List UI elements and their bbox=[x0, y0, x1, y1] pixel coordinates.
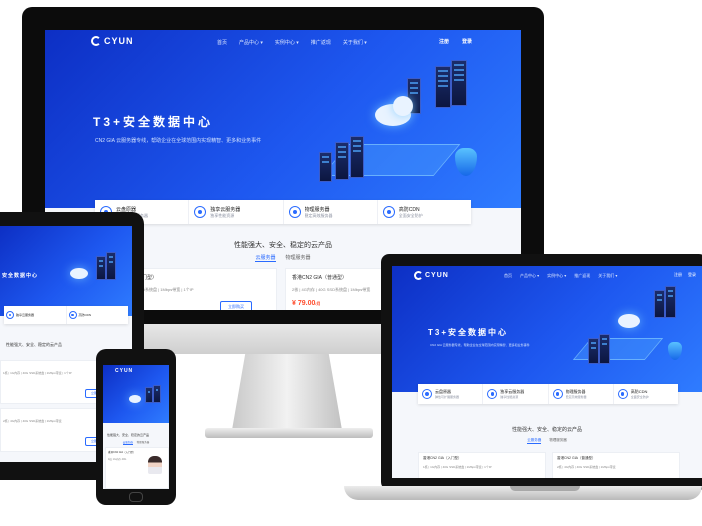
tab-physical-server[interactable]: 物理服务器 bbox=[137, 440, 150, 445]
phone-screen: CYUN 性能强大、安全、稳定的云产品 云服务器 物理服务器 香港CN2 GIA… bbox=[103, 365, 169, 489]
laptop-product-card: 香港CN2 GIA（入门型） 1核 | 1G内存 | 40G SSD系统盘 | … bbox=[418, 452, 546, 478]
nav-about[interactable]: 关于我们 ▾ bbox=[598, 273, 617, 279]
nav-promotion[interactable]: 推广返现 bbox=[574, 273, 590, 279]
cdn-icon bbox=[382, 206, 395, 218]
register-link[interactable]: 登录 bbox=[462, 38, 472, 45]
tab-cloud-server[interactable]: 云服务器 bbox=[255, 254, 276, 262]
logo-icon bbox=[414, 271, 423, 280]
monitor-stand-neck bbox=[232, 354, 342, 430]
product-spec: 1核 1G内存 40G bbox=[108, 458, 127, 461]
globe-icon bbox=[552, 389, 563, 399]
feature-desc: 弹性可扩展服务器 bbox=[435, 395, 460, 399]
feature-desc: 稳定高效服务器 bbox=[304, 212, 333, 218]
laptop-feature-bar: 云盘原器 弹性可扩展服务器 独享云服务器 独享性能资源 物理服务器 稳定高效服务器 高… bbox=[418, 384, 678, 404]
laptop-nav: 首页 产品中心 ▾ 实例中心 ▾ 推广返现 关于我们 ▾ bbox=[504, 273, 617, 279]
laptop-hero: CYUN 首页 产品中心 ▾ 实例中心 ▾ 推广返现 关于我们 ▾ 注册 登录 … bbox=[392, 266, 702, 392]
logo-text: CYUN bbox=[104, 36, 134, 46]
phone-home-button bbox=[129, 492, 143, 502]
product-price: ¥ 79.00/月 bbox=[292, 300, 321, 307]
monitor-icon bbox=[194, 206, 207, 218]
logo-text: CYUN bbox=[425, 272, 449, 279]
product-name: 香港CN2 GIA（普通型） bbox=[292, 275, 348, 281]
feature-title: 物理服务器 bbox=[304, 206, 330, 213]
feature-cdn[interactable]: 高防CDN 全面安全防护 bbox=[378, 200, 471, 224]
logo-icon bbox=[91, 36, 101, 46]
phone-logo[interactable]: CYUN bbox=[115, 368, 133, 374]
phone-hero: CYUN bbox=[103, 365, 169, 423]
phone-product-card: 香港CN2 GIA（入门型） 1核 1G内存 40G bbox=[105, 447, 169, 489]
monitor-icon bbox=[487, 389, 498, 399]
product-name: 香港CN2 GIA（普通型） bbox=[557, 456, 596, 460]
laptop-product-tabs: 云服务器 物理服务器 bbox=[392, 438, 702, 444]
product-spec: 2核 | 4G内存 | 40G SSD系统盘 | 1Mbps带宽 bbox=[557, 465, 616, 469]
feature-desc: 独享性能资源 bbox=[210, 212, 235, 218]
hero-subtitle: CN2 GIA 云服务器专线，帮助企业在全球范围内实现精智、更多和业务事件 bbox=[95, 138, 262, 144]
logo-text: CYUN bbox=[115, 368, 134, 374]
nav-about[interactable]: 关于我们 ▾ bbox=[343, 39, 367, 46]
feature-dedicated-cloud[interactable]: 独享云服务器 独享性能资源 bbox=[189, 200, 284, 224]
login-link[interactable]: 注册 bbox=[439, 38, 449, 45]
feature-title: 高防CDN bbox=[398, 206, 420, 213]
globe-icon bbox=[288, 206, 301, 218]
nav-products[interactable]: 产品中心 ▾ bbox=[239, 39, 263, 46]
feature-bar: 云盘原器弹性可扩展服务器 独享云服务器独享性能资源 物理服务器稳定高效服务器 高… bbox=[95, 200, 471, 224]
product-name: 香港CN2 GIA（入门型） bbox=[423, 456, 462, 460]
feature-physical-server[interactable]: 物理服务器 稳定高效服务器 bbox=[284, 200, 378, 224]
tablet-feature-bar: 独享云服务器 高防CDN bbox=[4, 306, 128, 324]
nav-home[interactable]: 首页 bbox=[217, 39, 227, 46]
cloud-server-icon bbox=[422, 389, 432, 399]
nav-instances[interactable]: 实例中心 ▾ bbox=[547, 273, 566, 279]
nav-promotion[interactable]: 推广返现 bbox=[311, 39, 331, 46]
feature-title: 高防CDN bbox=[78, 313, 92, 317]
laptop-hero-subtitle: CN2 GIA 云服务器专线，帮助企业在全球范围内实现精智、更多和业务事件 bbox=[430, 343, 530, 347]
register-link[interactable]: 登录 bbox=[688, 272, 696, 278]
tablet-hero-title: 安全数据中心 bbox=[2, 273, 39, 279]
desktop-nav: 首页 产品中心 ▾ 实例中心 ▾ 推广返现 关于我们 ▾ bbox=[217, 39, 367, 46]
site-logo[interactable]: CYUN bbox=[91, 36, 134, 46]
feature-title: 独享云服务器 bbox=[16, 313, 35, 317]
phone-section-title: 性能强大、安全、稳定的云产品 bbox=[107, 433, 150, 437]
feature-desc: 独享性能资源 bbox=[500, 395, 519, 399]
laptop-logo[interactable]: CYUN bbox=[414, 271, 449, 280]
tab-cloud-server[interactable]: 云服务器 bbox=[122, 440, 133, 445]
nav-home[interactable]: 首页 bbox=[504, 273, 512, 279]
hero-title: T3+安全数据中心 bbox=[93, 115, 214, 129]
shield-icon bbox=[455, 148, 477, 176]
tab-cloud-server[interactable]: 云服务器 bbox=[527, 438, 542, 444]
support-avatar[interactable] bbox=[148, 456, 162, 474]
nav-products[interactable]: 产品中心 ▾ bbox=[520, 273, 539, 279]
laptop-notch bbox=[510, 486, 580, 491]
feature-desc: 稳定高效服务器 bbox=[565, 395, 587, 399]
product-name: 香港CN2 GIA（入门型） bbox=[108, 451, 136, 454]
laptop-section-title: 性能强大、安全、稳定的云产品 bbox=[511, 427, 582, 433]
tab-physical-server[interactable]: 物理服务器 bbox=[286, 254, 311, 262]
datacenter-illustration bbox=[295, 52, 505, 202]
feature-desc: 全面安全防护 bbox=[630, 395, 649, 399]
tablet-hero: 安全数据中心 bbox=[0, 226, 132, 316]
tablet-section-title: 性能强大、安全、稳定的云产品 bbox=[6, 342, 62, 347]
tab-physical-server[interactable]: 物理服务器 bbox=[549, 438, 567, 444]
buy-button[interactable]: 立即购买 bbox=[220, 301, 252, 310]
laptop-screen: CYUN 首页 产品中心 ▾ 实例中心 ▾ 推广返现 关于我们 ▾ 注册 登录 … bbox=[392, 266, 702, 478]
product-spec: 1核 | 1G内存 | 40G SSD系统盘 | 1Mbps带宽 | 1个IP bbox=[423, 465, 492, 469]
login-link[interactable]: 注册 bbox=[674, 272, 682, 278]
feature-desc: 全面安全防护 bbox=[398, 212, 423, 218]
phone-tabs: 云服务器 物理服务器 bbox=[103, 440, 169, 445]
laptop-product-card: 香港CN2 GIA（普通型） 2核 | 4G内存 | 40G SSD系统盘 | … bbox=[552, 452, 680, 478]
feature-title: 独享云服务器 bbox=[210, 206, 241, 213]
datacenter-illustration bbox=[562, 280, 692, 380]
nav-instances[interactable]: 实例中心 ▾ bbox=[275, 39, 299, 46]
desktop-hero: CYUN 首页 产品中心 ▾ 实例中心 ▾ 推广返现 关于我们 ▾ 注册 登录 … bbox=[45, 30, 521, 208]
cdn-icon bbox=[617, 389, 628, 399]
laptop-hero-title: T3+安全数据中心 bbox=[428, 328, 509, 337]
monitor-stand-base bbox=[205, 428, 373, 438]
